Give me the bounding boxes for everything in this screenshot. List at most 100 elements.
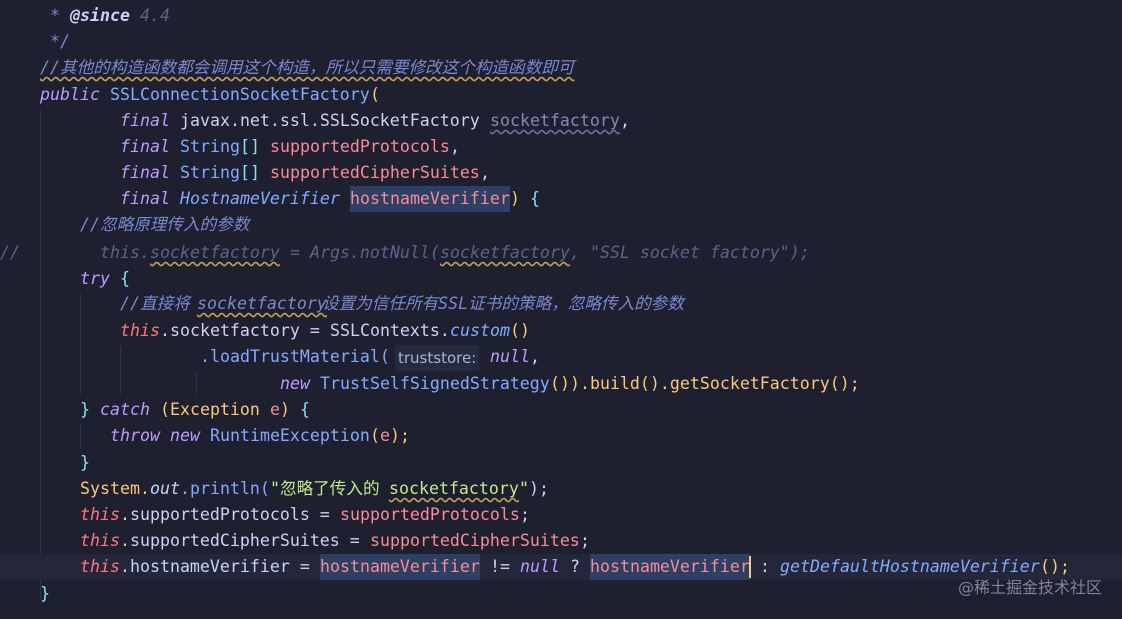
keyword-null: null	[490, 347, 530, 366]
keyword-throw: throw	[110, 426, 160, 445]
paren: ()	[510, 321, 530, 340]
exception-type: Exception	[170, 400, 260, 419]
brace: }	[40, 584, 50, 603]
statement-end: ;	[580, 531, 590, 550]
code-line[interactable]: } catch ( Exception e ) {	[0, 397, 1122, 423]
code-line[interactable]: final String [] supportedProtocols ,	[0, 134, 1122, 160]
field-assignment: .hostnameVerifier =	[120, 557, 320, 576]
code-line[interactable]: final javax.net.ssl.SSLSocketFactory soc…	[0, 108, 1122, 134]
brace: }	[80, 453, 90, 472]
line-comment: socketfactory	[197, 294, 327, 313]
keyword-try: try	[80, 269, 110, 288]
code-line[interactable]: * @since 4.4	[0, 3, 1122, 29]
watermark: @稀土掘金技术社区	[957, 577, 1102, 597]
param-hostname-verifier: hostnameVerifier	[590, 554, 750, 581]
text-caret	[749, 556, 751, 578]
code-editor[interactable]: * @since 4.4 */ //其他的构造函数都会调用这个构造，所以只需要修…	[0, 0, 1122, 619]
field-assignment: .supportedProtocols =	[120, 505, 340, 524]
code-line[interactable]: final String [] supportedCipherSuites ,	[0, 160, 1122, 186]
paren: )	[280, 400, 290, 419]
code-line[interactable]: // this. socketfactory = Args.notNull( s…	[0, 240, 1122, 266]
parameter-hint: truststore:	[395, 345, 480, 372]
param-supported-protocols: supportedProtocols	[340, 505, 520, 524]
string-literal: "忽略了传入的	[270, 479, 380, 498]
commented-code: this.	[100, 243, 150, 262]
keyword-new: new	[170, 426, 200, 445]
code-line[interactable]: */	[0, 29, 1122, 55]
keyword-this: this	[120, 321, 160, 340]
javadoc-text: *	[40, 6, 70, 25]
string-literal: "	[519, 479, 529, 498]
keyword-final: final	[120, 111, 170, 130]
line-comment: //忽略原理传入的参数	[80, 215, 250, 234]
catch-variable: e	[270, 400, 280, 419]
constructor-name: SSLConnectionSocketFactory	[110, 85, 370, 104]
brace: {	[300, 400, 310, 419]
brace: {	[530, 189, 540, 208]
string-literal: socketfactory	[389, 479, 519, 498]
code-line[interactable]: this .supportedProtocols = supportedProt…	[0, 502, 1122, 528]
array-brackets: []	[240, 137, 260, 156]
code-line[interactable]: try {	[0, 266, 1122, 292]
code-line[interactable]: System. out .println( "忽略了传入的 socketfact…	[0, 476, 1122, 502]
method-custom: custom	[450, 321, 510, 340]
commented-code: , "SSL socket factory");	[570, 243, 810, 262]
code-line[interactable]: }	[0, 450, 1122, 476]
code-line[interactable]: throw new RuntimeException ( e );	[0, 423, 1122, 449]
code-line[interactable]: this .socketfactory = SSLContexts. custo…	[0, 318, 1122, 344]
keyword-catch: catch	[100, 400, 150, 419]
paren: );	[390, 426, 410, 445]
class-name: TrustSelfSignedStrategy	[320, 374, 550, 393]
brace: {	[120, 269, 130, 288]
class-name: System.	[80, 479, 150, 498]
method-println: .println(	[180, 479, 270, 498]
code-line[interactable]: new TrustSelfSignedStrategy ()).build().…	[0, 371, 1122, 397]
class-name: RuntimeException	[210, 426, 370, 445]
line-comment: //其他的构造函数都会调用这个构造，所以只需要修改这个构造函数即可	[40, 58, 575, 77]
operator: ?	[560, 557, 590, 576]
javadoc-version: 4.4	[130, 6, 170, 25]
variable-e: e	[380, 426, 390, 445]
code-line[interactable]: //其他的构造函数都会调用这个构造，所以只需要修改这个构造函数即可	[0, 55, 1122, 81]
current-code-line[interactable]: this .hostnameVerifier = hostnameVerifie…	[0, 554, 1122, 581]
type-name: String	[180, 137, 240, 156]
keyword-final: final	[120, 163, 170, 182]
statement-end: );	[529, 479, 549, 498]
brace: }	[80, 400, 90, 419]
line-comment: //直接将	[120, 294, 190, 313]
paren: (	[370, 85, 380, 104]
keyword-public: public	[40, 85, 100, 104]
code-line[interactable]: //忽略原理传入的参数	[0, 212, 1122, 238]
commented-code: socketfactory	[150, 243, 280, 262]
paren: (	[160, 400, 170, 419]
keyword-this: this	[80, 531, 120, 550]
code-line[interactable]: .loadTrustMaterial( truststore: null ,	[0, 344, 1122, 372]
code-line[interactable]: public SSLConnectionSocketFactory (	[0, 82, 1122, 108]
paren: (	[370, 426, 380, 445]
array-brackets: []	[240, 163, 260, 182]
keyword-this: this	[80, 557, 120, 576]
keyword-this: this	[80, 505, 120, 524]
param-hostname-verifier: hostnameVerifier	[350, 186, 510, 213]
type-name: javax.net.ssl.SSLSocketFactory	[180, 111, 480, 130]
param-supported-cipher-suites: supportedCipherSuites	[370, 531, 580, 550]
code-line[interactable]: final HostnameVerifier hostnameVerifier …	[0, 186, 1122, 213]
code-line[interactable]: //直接将 socketfactory 设置为信任所有SSL证书的策略，忽略传入…	[0, 291, 1122, 317]
operator: :	[750, 557, 780, 576]
type-name: HostnameVerifier	[180, 189, 340, 208]
code-line[interactable]: this .supportedCipherSuites = supportedC…	[0, 528, 1122, 554]
comma: ,	[620, 111, 630, 130]
code-line[interactable]: }	[0, 581, 1122, 607]
operator: !=	[480, 557, 520, 576]
comma: ,	[480, 163, 490, 182]
comma: ,	[530, 347, 540, 366]
param-socketfactory: socketfactory	[490, 111, 620, 130]
paren: )	[510, 189, 520, 208]
comment-slashes: //	[0, 243, 20, 262]
keyword-null: null	[520, 557, 560, 576]
keyword-final: final	[120, 189, 170, 208]
param-supported-protocols: supportedProtocols	[270, 137, 450, 156]
javadoc-since-tag: @since	[70, 6, 130, 25]
field-assignment: .socketfactory =	[160, 321, 330, 340]
keyword-final: final	[120, 137, 170, 156]
